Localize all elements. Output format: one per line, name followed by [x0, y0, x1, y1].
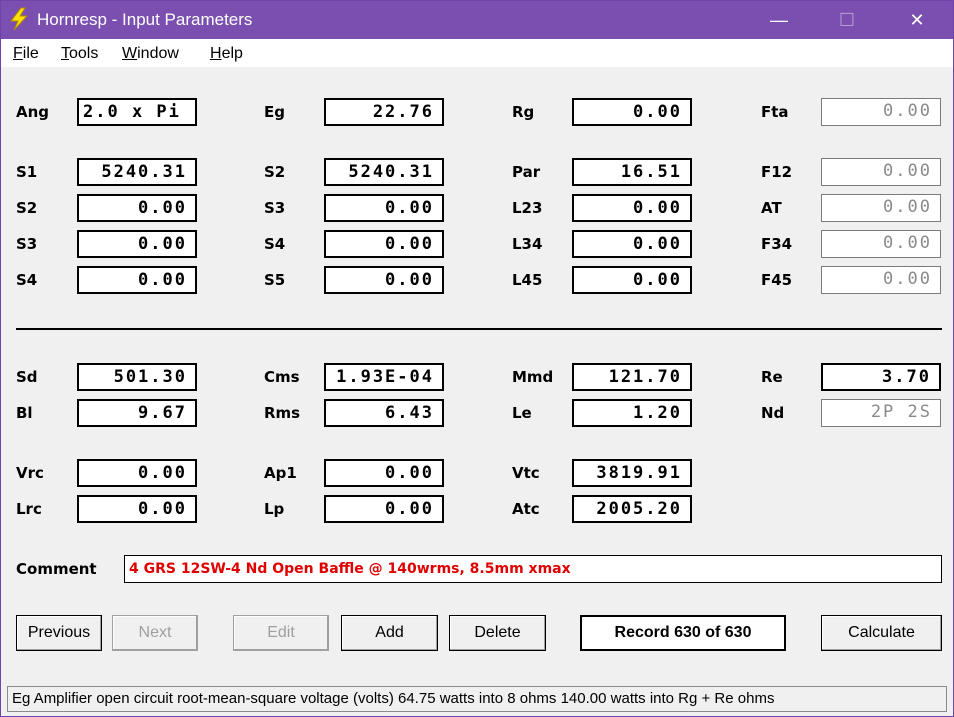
- label-f45: F45: [761, 271, 793, 289]
- menu-help[interactable]: Help: [210, 45, 243, 63]
- comment-label: Comment: [16, 560, 97, 578]
- label-bl: Bl: [16, 404, 33, 422]
- label-sd: Sd: [16, 368, 38, 386]
- label-lp: Lp: [264, 500, 285, 518]
- label-rms: Rms: [264, 404, 301, 422]
- label-nd: Nd: [761, 404, 785, 422]
- label-ap1: Ap1: [264, 464, 297, 482]
- field-nd[interactable]: 2P 2S: [821, 399, 941, 427]
- label-l23: L23: [512, 199, 543, 217]
- field-vrc[interactable]: 0.00: [77, 459, 197, 487]
- field-ang[interactable]: 2.0 x Pi: [77, 98, 197, 126]
- title-bar[interactable]: Hornresp - Input Parameters — ☐ ✕: [1, 1, 953, 39]
- field-l34[interactable]: 0.00: [572, 230, 692, 258]
- label-l45: L45: [512, 271, 543, 289]
- field-s3[interactable]: 0.00: [77, 230, 197, 258]
- field-le[interactable]: 1.20: [572, 399, 692, 427]
- lightning-bolt-icon: [7, 7, 31, 31]
- status-bar: Eg Amplifier open circuit root-mean-squa…: [7, 686, 947, 712]
- window-title: Hornresp - Input Parameters: [37, 10, 253, 29]
- field-par[interactable]: 16.51: [572, 158, 692, 186]
- record-indicator: Record 630 of 630: [580, 615, 786, 651]
- label-lrc: Lrc: [16, 500, 42, 518]
- app-window: Hornresp - Input Parameters — ☐ ✕ File T…: [0, 0, 954, 717]
- menu-bar: File Tools Window Help: [1, 39, 953, 67]
- maximize-button[interactable]: ☐: [817, 1, 877, 39]
- menu-tools[interactable]: Tools: [61, 45, 98, 63]
- field-rms[interactable]: 6.43: [324, 399, 444, 427]
- field-s4[interactable]: 0.00: [77, 266, 197, 294]
- field-l45[interactable]: 0.00: [572, 266, 692, 294]
- comment-field[interactable]: 4 GRS 12SW-4 Nd Open Baffle @ 140wrms, 8…: [124, 555, 942, 583]
- minimize-button[interactable]: —: [749, 1, 809, 39]
- label-rg: Rg: [512, 103, 535, 121]
- label-atc: Atc: [512, 500, 540, 518]
- section-divider: [16, 328, 942, 330]
- previous-button[interactable]: Previous: [16, 615, 102, 651]
- label-s2-mid: S2: [264, 163, 286, 181]
- label-ang: Ang: [16, 103, 50, 121]
- field-lrc[interactable]: 0.00: [77, 495, 197, 523]
- field-s2[interactable]: 0.00: [77, 194, 197, 222]
- edit-button[interactable]: Edit: [233, 615, 329, 651]
- close-button[interactable]: ✕: [887, 1, 947, 39]
- field-s3-mid[interactable]: 0.00: [324, 194, 444, 222]
- label-par: Par: [512, 163, 541, 181]
- label-mmd: Mmd: [512, 368, 554, 386]
- field-at[interactable]: 0.00: [821, 194, 941, 222]
- field-rg[interactable]: 0.00: [572, 98, 692, 126]
- field-ap1[interactable]: 0.00: [324, 459, 444, 487]
- label-vtc: Vtc: [512, 464, 540, 482]
- label-s4: S4: [16, 271, 38, 289]
- label-s3-mid: S3: [264, 199, 286, 217]
- delete-button[interactable]: Delete: [449, 615, 546, 651]
- field-lp[interactable]: 0.00: [324, 495, 444, 523]
- field-re[interactable]: 3.70: [821, 363, 941, 391]
- field-s5[interactable]: 0.00: [324, 266, 444, 294]
- next-button[interactable]: Next: [112, 615, 198, 651]
- field-fta[interactable]: 0.00: [821, 98, 941, 126]
- label-cms: Cms: [264, 368, 300, 386]
- label-at: AT: [761, 199, 782, 217]
- menu-file[interactable]: File: [13, 45, 39, 63]
- field-cms[interactable]: 1.93E-04: [324, 363, 444, 391]
- add-button[interactable]: Add: [341, 615, 438, 651]
- label-s4-mid: S4: [264, 235, 286, 253]
- label-fta: Fta: [761, 103, 789, 121]
- field-l23[interactable]: 0.00: [572, 194, 692, 222]
- label-re: Re: [761, 368, 783, 386]
- field-vtc[interactable]: 3819.91: [572, 459, 692, 487]
- label-l34: L34: [512, 235, 543, 253]
- label-eg: Eg: [264, 103, 285, 121]
- label-s3: S3: [16, 235, 38, 253]
- label-le: Le: [512, 404, 532, 422]
- label-s5: S5: [264, 271, 286, 289]
- field-s2-mid[interactable]: 5240.31: [324, 158, 444, 186]
- field-f12[interactable]: 0.00: [821, 158, 941, 186]
- field-bl[interactable]: 9.67: [77, 399, 197, 427]
- menu-window[interactable]: Window: [122, 45, 179, 63]
- field-eg[interactable]: 22.76: [324, 98, 444, 126]
- field-atc[interactable]: 2005.20: [572, 495, 692, 523]
- label-s2: S2: [16, 199, 38, 217]
- label-f12: F12: [761, 163, 793, 181]
- calculate-button[interactable]: Calculate: [821, 615, 942, 651]
- field-f34[interactable]: 0.00: [821, 230, 941, 258]
- label-s1: S1: [16, 163, 38, 181]
- label-f34: F34: [761, 235, 793, 253]
- field-s1[interactable]: 5240.31: [77, 158, 197, 186]
- field-f45[interactable]: 0.00: [821, 266, 941, 294]
- label-vrc: Vrc: [16, 464, 44, 482]
- field-s4-mid[interactable]: 0.00: [324, 230, 444, 258]
- field-sd[interactable]: 501.30: [77, 363, 197, 391]
- field-mmd[interactable]: 121.70: [572, 363, 692, 391]
